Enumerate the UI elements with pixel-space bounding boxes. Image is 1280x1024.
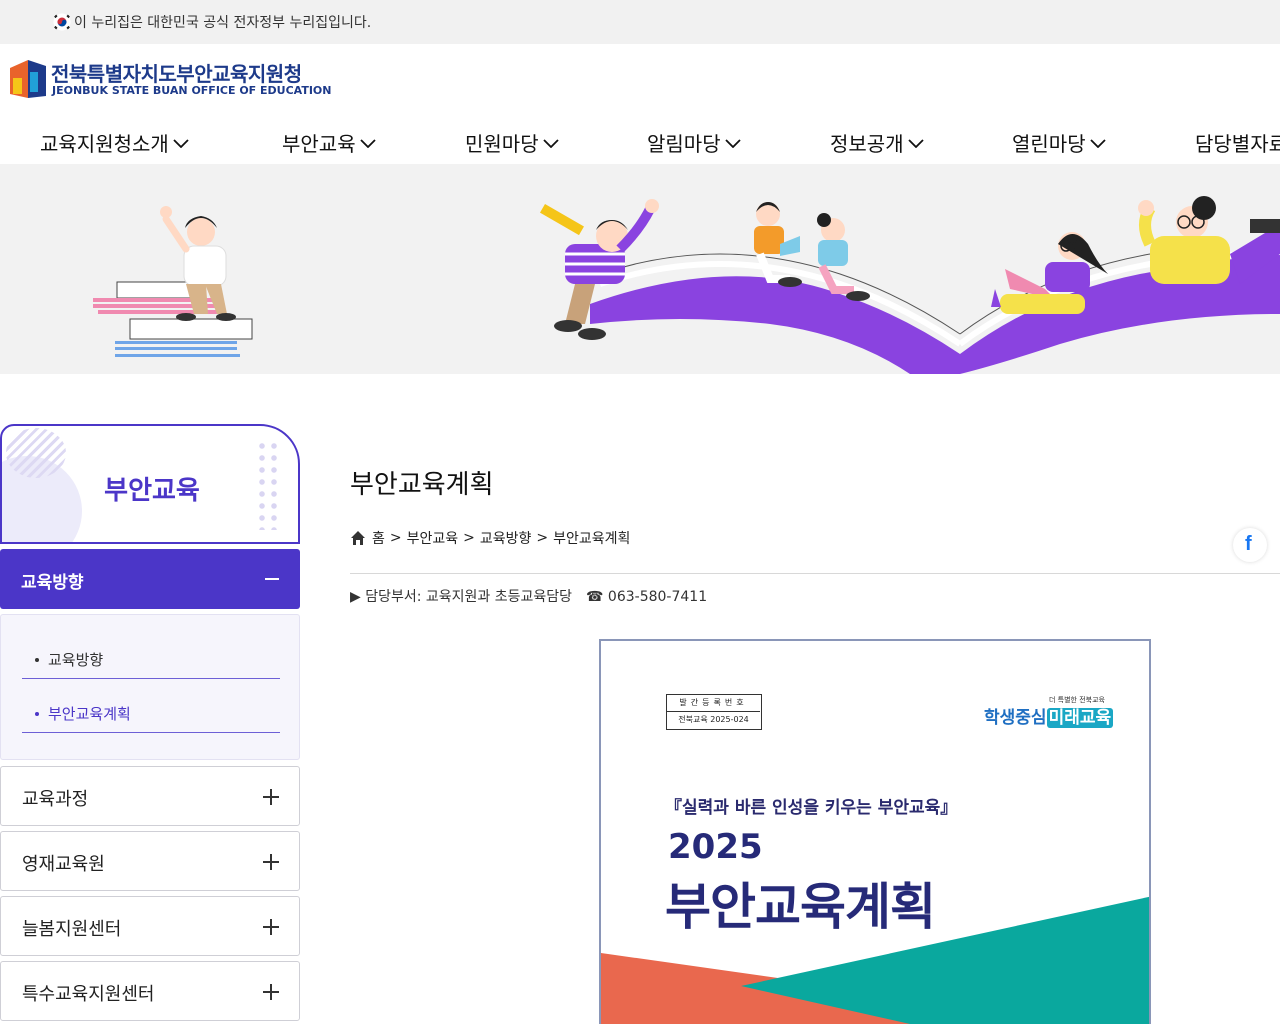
breadcrumb: 홈 > 부안교육 > 교육방향 > 부안교육계획 [350, 528, 630, 548]
sub-visual-banner [0, 164, 1280, 374]
bullet-icon [35, 712, 39, 716]
sidebar-title: 부안교육 [104, 476, 200, 506]
book-stack-illustration [93, 206, 253, 357]
logo-name-en: JEONBUK STATE BUAN OFFICE OF EDUCATION [52, 84, 332, 97]
nav-item-disclosure[interactable]: 정보공개 [830, 128, 924, 157]
sidebar-section-special-education-center[interactable]: 특수교육지원센터 [0, 961, 300, 1021]
education-plan-cover-image: 발간등록번호 전북교육 2025-024 더 특별한 전북교육 학생중심 미래교육… [599, 639, 1151, 1024]
nav-item-open[interactable]: 열린마당 [1012, 128, 1106, 157]
chevron-down-icon [724, 138, 741, 148]
department-phone: ☎ 063-580-7411 [586, 589, 708, 605]
nav-item-dept-data[interactable]: 담당별자료 [1195, 128, 1280, 157]
sidebar-submenu: 교육방향 부안교육계획 [0, 614, 300, 760]
expand-plus-icon [263, 919, 279, 935]
main-nav: 교육지원청소개 부안교육 민원마당 알림마당 정보공개 열린마당 담당별자료 [0, 128, 1280, 164]
chevron-down-icon [173, 138, 189, 148]
sidebar-section-label: 교육과정 [22, 789, 89, 810]
cover-slogan-b: 미래교육 [1046, 708, 1114, 728]
breadcrumb-item[interactable]: 교육방향 [480, 528, 532, 548]
sidebar-section-curriculum[interactable]: 교육과정 [0, 766, 300, 826]
breadcrumb-item[interactable]: 부안교육 [407, 528, 459, 548]
nav-item-label: 정보공개 [830, 132, 904, 156]
collapse-minus-icon [265, 578, 279, 580]
nav-item-label: 알림마당 [647, 132, 721, 156]
breadcrumb-separator: > [389, 530, 402, 546]
breadcrumb-separator: > [536, 530, 549, 546]
cover-motto: 『실력과 바른 인성을 키우는 부안교육』 [665, 798, 958, 818]
breadcrumb-current: 부안교육계획 [553, 531, 631, 547]
nav-item-notice[interactable]: 알림마당 [647, 128, 741, 157]
chevron-down-icon [542, 138, 559, 148]
submenu-item-buan-education-plan[interactable]: 부안교육계획 [22, 693, 280, 733]
office-emblem-icon [10, 60, 46, 98]
nav-item-label: 교육지원청소개 [40, 132, 169, 156]
cover-title: 부안교육계획 [665, 878, 936, 936]
nav-item-label: 민원마당 [465, 132, 539, 156]
nav-item-label: 부안교육 [282, 132, 356, 156]
facebook-icon: f [1245, 533, 1252, 555]
nav-item-civil[interactable]: 민원마당 [465, 128, 559, 157]
expand-plus-icon [263, 789, 279, 805]
gov-notice-bar: 이 누리집은 대한민국 공식 전자정부 누리집입니다. [0, 0, 1280, 44]
submenu-item-education-direction[interactable]: 교육방향 [22, 639, 280, 679]
sidebar-section-label: 특수교육지원센터 [22, 984, 155, 1005]
chevron-down-icon [359, 138, 376, 148]
content-divider [350, 573, 1280, 574]
nav-item-label: 열린마당 [1012, 132, 1086, 156]
korea-flag-icon [53, 13, 71, 31]
sidebar-title-box: 부안교육 [0, 424, 300, 544]
registration-number-box: 발간등록번호 전북교육 2025-024 [666, 694, 762, 730]
sidebar-section-label: 늘봄지원센터 [22, 919, 122, 940]
nav-item-intro[interactable]: 교육지원청소개 [40, 128, 189, 157]
bullet-icon [35, 658, 39, 662]
sidebar-section-education-direction[interactable]: 교육방향 [0, 549, 300, 609]
chevron-down-icon [907, 138, 924, 148]
cover-year: 2025 [668, 827, 763, 867]
sidebar-section-label: 교육방향 [21, 573, 84, 593]
breadcrumb-home[interactable]: 홈 [372, 528, 385, 548]
registration-label: 발간등록번호 [667, 695, 760, 712]
logo-name-kr: 전북특별자치도부안교육지원청 [51, 62, 302, 86]
cover-slogan-a: 학생중심 [984, 708, 1047, 728]
department-info: ▶ 담당부서: 교육지원과 초등교육담당 ☎ 063-580-7411 [350, 586, 707, 606]
department-label: ▶ 담당부서: 교육지원과 초등교육담당 [350, 589, 573, 605]
home-icon [351, 531, 365, 545]
expand-plus-icon [263, 984, 279, 1000]
chevron-down-icon [1089, 138, 1106, 148]
nav-item-buan-education[interactable]: 부안교육 [282, 128, 376, 157]
submenu-item-label: 교육방향 [48, 651, 104, 669]
banner-illustration [93, 196, 1280, 374]
facebook-share-button[interactable]: f [1233, 528, 1267, 562]
nav-item-label: 담당별자료 [1195, 132, 1280, 156]
site-logo[interactable]: 전북특별자치도부안교육지원청 JEONBUK STATE BUAN OFFICE… [8, 56, 332, 102]
submenu-item-label: 부안교육계획 [48, 705, 131, 723]
sidebar-section-neulbom-center[interactable]: 늘봄지원센터 [0, 896, 300, 956]
cover-slogan: 학생중심 미래교육 [984, 703, 1114, 728]
sidebar-section-label: 영재교육원 [22, 854, 105, 875]
sidebar-section-gifted-education[interactable]: 영재교육원 [0, 831, 300, 891]
registration-number: 전북교육 2025-024 [678, 715, 749, 724]
breadcrumb-separator: > [463, 530, 475, 546]
gov-notice-text: 이 누리집은 대한민국 공식 전자정부 누리집입니다. [74, 15, 372, 31]
page-title: 부안교육계획 [350, 470, 494, 500]
expand-plus-icon [263, 854, 279, 870]
